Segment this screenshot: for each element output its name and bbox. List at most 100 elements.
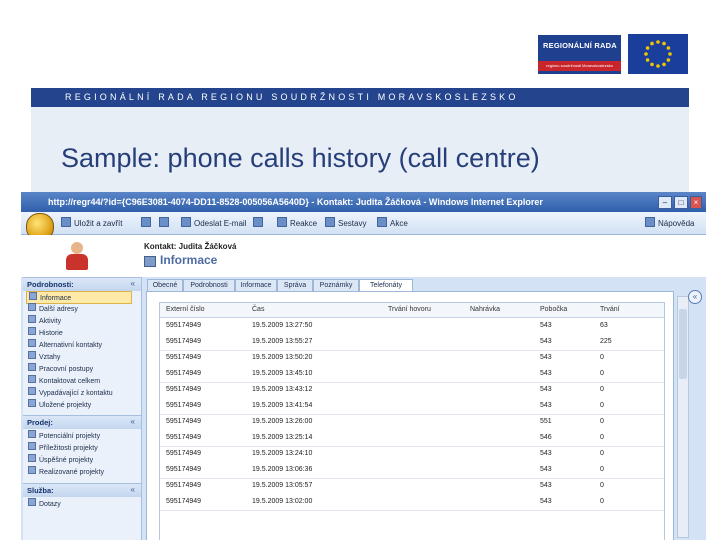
nav-item-potential[interactable]: Potenciální projekty xyxy=(26,430,130,441)
nav-item-workflows[interactable]: Pracovní postupy xyxy=(26,363,130,374)
scroll-thumb[interactable] xyxy=(679,309,687,379)
side-navigation: Podrobnosti: « Informace Další adresy Ak… xyxy=(23,277,142,540)
reports-icon xyxy=(325,217,335,227)
project-icon xyxy=(28,454,36,462)
contact-name: Kontakt: Judita Žáčková xyxy=(144,242,237,251)
form-title: Informace xyxy=(160,253,218,267)
band-text: REGIONÁLNÍ RADA REGIONU SOUDRŽNOSTI MORA… xyxy=(65,92,519,102)
col-call-duration[interactable]: Trvání hovoru xyxy=(388,306,431,313)
phone-calls-panel: Externí číslo Čas Trvání hovoru Nahrávka… xyxy=(146,291,674,540)
print-button[interactable] xyxy=(159,217,172,229)
table-cell: 595174949 xyxy=(166,450,202,457)
nav-item-realized[interactable]: Realizované projekty xyxy=(26,466,130,477)
table-cell: 19.5.2009 13:25:14 xyxy=(252,434,313,441)
table-cell: 19.5.2009 13:43:12 xyxy=(252,386,313,393)
table-cell: 595174949 xyxy=(166,370,202,377)
address-icon xyxy=(28,303,36,311)
table-cell: 595174949 xyxy=(166,418,202,425)
eu-stars-icon xyxy=(644,40,672,68)
table-cell: 546 xyxy=(540,434,552,441)
table-cell: 595174949 xyxy=(166,498,202,505)
project-icon xyxy=(28,466,36,474)
actions-button[interactable]: Akce xyxy=(377,217,408,229)
table-row[interactable]: 595174949 19.5.2009 13:06:36 543 0 xyxy=(160,462,664,479)
project-icon xyxy=(28,442,36,450)
table-cell: 225 xyxy=(600,338,612,345)
maximize-button[interactable]: □ xyxy=(674,196,688,209)
nav-item-contact-total[interactable]: Kontaktovat celkem xyxy=(26,375,130,386)
table-cell: 543 xyxy=(540,466,552,473)
table-cell: 0 xyxy=(600,402,604,409)
table-row[interactable]: 595174949 19.5.2009 13:27:50 543 63 xyxy=(160,318,664,335)
table-row[interactable]: 595174949 19.5.2009 13:50:20 543 0 xyxy=(160,350,664,367)
nav-item-saved-projects[interactable]: Uložené projekty xyxy=(26,399,130,410)
nav-item-queries[interactable]: Dotazy xyxy=(26,498,130,509)
reactions-button[interactable]: Reakce xyxy=(277,217,317,229)
collapse-icon[interactable]: « xyxy=(131,485,135,494)
print-icon xyxy=(159,217,169,227)
window-title: http://regr44/?id={C96E3081-4074-DD11-85… xyxy=(48,197,543,207)
col-recording[interactable]: Nahrávka xyxy=(470,306,500,313)
col-branch[interactable]: Pobočka xyxy=(540,306,567,313)
nav-item-relations[interactable]: Vztahy xyxy=(26,351,130,362)
help-icon xyxy=(645,217,655,227)
save-close-button[interactable]: Uložit a zavřít xyxy=(61,217,122,229)
attach-button[interactable] xyxy=(253,217,266,229)
table-cell: 19.5.2009 13:02:00 xyxy=(252,498,313,505)
table-row[interactable]: 595174949 19.5.2009 13:43:12 543 0 xyxy=(160,382,664,399)
table-cell: 19.5.2009 13:05:57 xyxy=(252,482,313,489)
nav-item-activities[interactable]: Aktivity xyxy=(26,315,130,326)
table-row[interactable]: 595174949 19.5.2009 13:26:00 551 0 xyxy=(160,414,664,431)
table-cell: 0 xyxy=(600,370,604,377)
table-cell: 19.5.2009 13:06:36 xyxy=(252,466,313,473)
table-row[interactable]: 595174949 19.5.2009 13:02:00 543 0 xyxy=(160,494,664,511)
reports-button[interactable]: Sestavy xyxy=(325,217,366,229)
project-icon xyxy=(28,430,36,438)
query-icon xyxy=(28,498,36,506)
nav-item-history[interactable]: Historie xyxy=(26,327,130,338)
send-email-button[interactable]: Odeslat E-mail xyxy=(181,217,246,229)
nav-item-successful[interactable]: Úspěšné projekty xyxy=(26,454,130,465)
actions-icon xyxy=(377,217,387,227)
close-button[interactable]: × xyxy=(690,196,702,209)
command-toolbar: Uložit a zavřít Odeslat E-mail Reakce Se… xyxy=(21,212,706,235)
collapse-icon[interactable]: « xyxy=(131,279,135,288)
nav-item-addresses[interactable]: Další adresy xyxy=(26,303,130,314)
nav-item-dropping[interactable]: Vypadávající z kontaktu xyxy=(26,387,130,398)
table-cell: 0 xyxy=(600,418,604,425)
minimize-button[interactable]: – xyxy=(658,196,672,209)
nav-section-sales[interactable]: Prodej: « xyxy=(23,415,141,429)
table-cell: 543 xyxy=(540,482,552,489)
table-cell: 19.5.2009 13:27:50 xyxy=(252,322,313,329)
back-arrow-icon[interactable]: « xyxy=(688,290,702,304)
table-cell: 0 xyxy=(600,482,604,489)
table-row[interactable]: 595174949 19.5.2009 13:55:27 543 225 xyxy=(160,334,664,351)
table-cell: 63 xyxy=(600,322,608,329)
table-cell: 0 xyxy=(600,466,604,473)
nav-section-service[interactable]: Služba: « xyxy=(23,483,141,497)
new-record-button[interactable] xyxy=(141,217,154,229)
logo-title: REGIONÁLNÍ RADA xyxy=(543,41,617,50)
table-row[interactable]: 595174949 19.5.2009 13:25:14 546 0 xyxy=(160,430,664,447)
table-row[interactable]: 595174949 19.5.2009 13:05:57 543 0 xyxy=(160,478,664,495)
col-time[interactable]: Čas xyxy=(252,306,264,313)
help-button[interactable]: Nápověda xyxy=(645,217,694,229)
collapse-icon[interactable]: « xyxy=(131,417,135,426)
vertical-scrollbar[interactable] xyxy=(677,296,689,538)
table-cell: 595174949 xyxy=(166,466,202,473)
table-row[interactable]: 595174949 19.5.2009 13:45:10 543 0 xyxy=(160,366,664,383)
reactions-icon xyxy=(277,217,287,227)
nav-item-alt-contacts[interactable]: Alternativní kontakty xyxy=(26,339,130,350)
table-cell: 595174949 xyxy=(166,386,202,393)
table-cell: 551 xyxy=(540,418,552,425)
nav-section-details[interactable]: Podrobnosti: « xyxy=(23,277,141,291)
table-row[interactable]: 595174949 19.5.2009 13:24:10 543 0 xyxy=(160,446,664,463)
table-cell: 0 xyxy=(600,354,604,361)
logo-subtitle: regionu soudržnosti Moravskoslezsko xyxy=(538,61,621,71)
table-row[interactable]: 595174949 19.5.2009 13:41:54 543 0 xyxy=(160,398,664,415)
activity-icon xyxy=(28,315,36,323)
col-external-number[interactable]: Externí číslo xyxy=(166,306,205,313)
col-duration[interactable]: Trvání xyxy=(600,306,620,313)
nav-item-opportunities[interactable]: Příležitosti projekty xyxy=(26,442,130,453)
table-cell: 595174949 xyxy=(166,354,202,361)
